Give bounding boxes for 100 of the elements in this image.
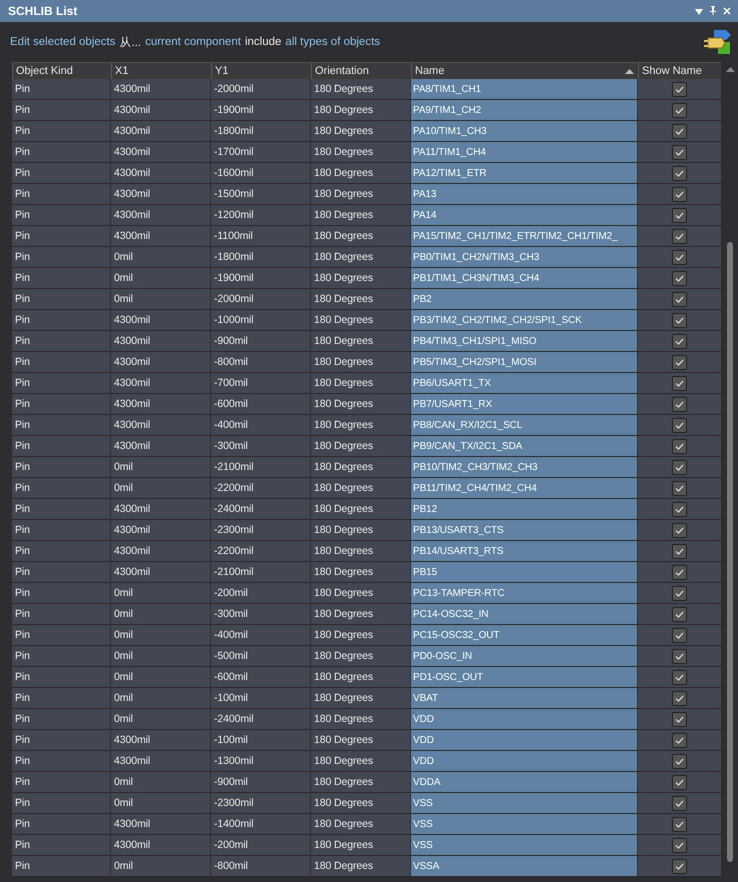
table-cell: -1000mil [211, 310, 311, 330]
show-name-checkbox[interactable] [672, 648, 687, 664]
name-cell[interactable]: PB8/CAN_RX/I2C1_SCL [411, 415, 638, 435]
name-cell[interactable]: PD1-OSC_OUT [411, 667, 638, 687]
name-cell[interactable]: PD0-OSC_IN [411, 646, 638, 666]
filter-link[interactable]: Edit selected objects [10, 36, 116, 48]
checkmark-icon [675, 190, 684, 198]
show-name-checkbox[interactable] [672, 586, 687, 600]
show-name-checkbox[interactable] [672, 124, 687, 138]
name-cell[interactable]: PA8/TIM1_CH1 [411, 79, 638, 99]
checkmark-icon [675, 778, 684, 786]
name-cell[interactable]: PB6/USART1_TX [411, 373, 638, 393]
name-cell[interactable]: PB15 [411, 562, 638, 582]
name-cell[interactable]: PC15-OSC32_OUT [411, 625, 638, 645]
name-cell[interactable]: PB5/TIM3_CH2/SPI1_MOSI [411, 352, 638, 372]
name-cell[interactable]: PB13/USART3_CTS [411, 520, 638, 540]
name-cell[interactable]: VDD [411, 751, 638, 771]
show-name-checkbox[interactable] [672, 628, 687, 642]
table-cell: 0mil [111, 289, 211, 309]
name-cell[interactable]: VSS [411, 814, 638, 834]
scroll-up-icon[interactable] [726, 67, 735, 72]
show-name-checkbox[interactable] [672, 816, 687, 832]
show-name-checkbox[interactable] [672, 144, 687, 160]
show-name-checkbox[interactable] [672, 228, 687, 244]
show-name-checkbox[interactable] [672, 838, 687, 852]
name-cell[interactable]: PB2 [411, 289, 638, 309]
show-name-checkbox[interactable] [672, 396, 687, 412]
name-cell[interactable]: PB9/CAN_TX/I2C1_SDA [411, 436, 638, 456]
show-name-checkbox[interactable] [672, 732, 687, 748]
name-cell[interactable]: PB4/TIM3_CH1/SPI1_MISO [411, 331, 638, 351]
show-name-checkbox[interactable] [672, 670, 687, 684]
name-cell[interactable]: PA12/TIM1_ETR [411, 163, 638, 183]
table-cell: -800mil [211, 352, 311, 372]
table-cell: -2000mil [211, 289, 311, 309]
show-name-checkbox[interactable] [672, 208, 687, 222]
name-cell[interactable]: PA14 [411, 205, 638, 225]
show-name-checkbox[interactable] [672, 522, 687, 538]
table-cell: 180 Degrees [311, 814, 411, 834]
checkmark-icon [675, 862, 684, 870]
table-cell: 180 Degrees [311, 289, 411, 309]
filter-link[interactable]: all types of objects [285, 36, 380, 48]
show-name-checkbox[interactable] [672, 754, 687, 768]
checkmark-icon [675, 674, 684, 680]
show-name-checkbox[interactable] [672, 82, 687, 96]
name-cell[interactable]: PB7/USART1_RX [411, 394, 638, 414]
show-name-checkbox[interactable] [672, 774, 687, 790]
show-name-checkbox[interactable] [672, 102, 687, 118]
name-cell[interactable]: PB0/TIM1_CH2N/TIM3_CH3 [411, 247, 638, 267]
name-cell[interactable]: PA9/TIM1_CH2 [411, 100, 638, 120]
name-cell[interactable]: VDD [411, 730, 638, 750]
name-cell[interactable]: PA11/TIM1_CH4 [411, 142, 638, 162]
table-cell: -500mil [211, 646, 311, 666]
show-name-checkbox[interactable] [672, 270, 687, 286]
name-cell[interactable]: PA10/TIM1_CH3 [411, 121, 638, 141]
name-cell[interactable]: VDDA [411, 772, 638, 792]
name-cell[interactable]: VBAT [411, 688, 638, 708]
show-name-checkbox[interactable] [672, 796, 687, 810]
table-cell: 4300mil [111, 730, 211, 750]
name-cell[interactable]: VDD [411, 709, 638, 729]
name-cell[interactable]: PB14/USART3_RTS [411, 541, 638, 561]
dropdown-icon[interactable] [695, 8, 703, 14]
show-name-checkbox[interactable] [672, 544, 687, 558]
table-cell: -300mil [211, 604, 311, 624]
show-name-checkbox[interactable] [672, 292, 687, 306]
show-name-checkbox[interactable] [672, 418, 687, 432]
show-name-checkbox[interactable] [672, 712, 687, 726]
show-name-checkbox[interactable] [672, 334, 687, 348]
name-cell[interactable]: PB12 [411, 499, 638, 519]
name-cell[interactable]: VSS [411, 793, 638, 813]
name-cell[interactable]: VSS [411, 835, 638, 855]
show-name-checkbox[interactable] [672, 564, 687, 580]
show-name-checkbox[interactable] [672, 312, 687, 328]
show-name-checkbox[interactable] [672, 354, 687, 370]
show-name-checkbox[interactable] [672, 690, 687, 706]
show-name-checkbox[interactable] [672, 606, 687, 622]
name-cell[interactable]: PC14-OSC32_IN [411, 604, 638, 624]
pin-icon[interactable] [709, 6, 717, 14]
name-cell[interactable]: PC13-TAMPER-RTC [411, 583, 638, 603]
name-cell[interactable]: VSSA [411, 856, 638, 876]
table-cell: 180 Degrees [311, 268, 411, 288]
show-name-checkbox[interactable] [672, 186, 687, 202]
show-name-checkbox[interactable] [672, 460, 687, 474]
table-cell: 0mil [111, 247, 211, 267]
close-icon[interactable] [723, 6, 731, 14]
show-name-checkbox[interactable] [672, 858, 687, 874]
show-name-checkbox[interactable] [672, 502, 687, 516]
show-name-checkbox[interactable] [672, 480, 687, 496]
scrollbar-thumb[interactable] [727, 242, 733, 862]
table-cell: 180 Degrees [311, 205, 411, 225]
show-name-checkbox[interactable] [672, 438, 687, 454]
name-cell[interactable]: PB3/TIM2_CH2/TIM2_CH2/SPI1_SCK [411, 310, 638, 330]
filter-link[interactable]: current component [145, 36, 241, 48]
show-name-checkbox[interactable] [672, 166, 687, 180]
name-cell[interactable]: PB1/TIM1_CH3N/TIM3_CH4 [411, 268, 638, 288]
name-cell[interactable]: PB11/TIM2_CH4/TIM2_CH4 [411, 478, 638, 498]
show-name-checkbox[interactable] [672, 250, 687, 264]
name-cell[interactable]: PA15/TIM2_CH1/TIM2_ETR/TIM2_CH1/TIM2_ [411, 226, 638, 246]
name-cell[interactable]: PA13 [411, 184, 638, 204]
show-name-checkbox[interactable] [672, 376, 687, 390]
name-cell[interactable]: PB10/TIM2_CH3/TIM2_CH3 [411, 457, 638, 477]
